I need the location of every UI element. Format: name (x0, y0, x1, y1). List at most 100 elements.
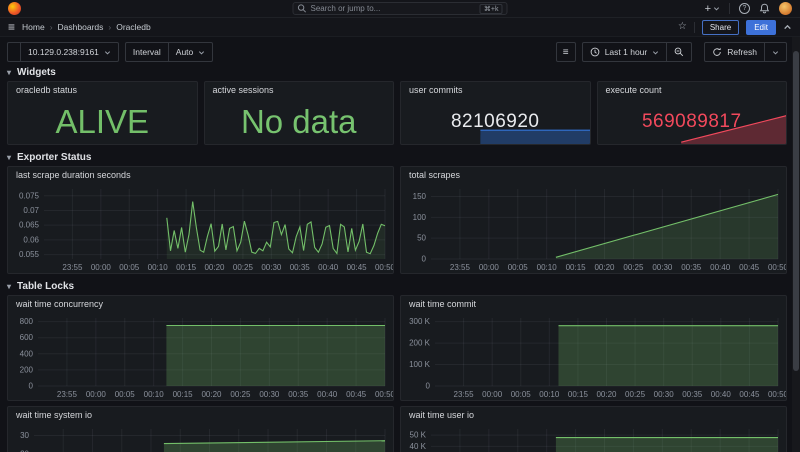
favorite-star-icon[interactable]: ☆ (678, 22, 687, 32)
svg-text:00:25: 00:25 (233, 263, 254, 272)
refresh-control: Refresh (704, 42, 787, 62)
variable-label (8, 43, 20, 61)
svg-text:23:55: 23:55 (454, 390, 475, 399)
panel-title[interactable]: wait time user io (401, 407, 786, 423)
svg-text:00:50: 00:50 (375, 390, 393, 399)
time-series-chart[interactable]: 23:5500:0000:0500:1000:1500:2000:2500:30… (401, 183, 786, 273)
panel-last-scrape-duration: last scrape duration seconds 23:5500:000… (7, 166, 394, 274)
search-shortcut-badge: ⌘+k (480, 4, 503, 14)
time-series-chart[interactable]: 23:5500:0000:0500:1000:1500:2000:2500:30… (401, 312, 786, 400)
zoom-out-time-button[interactable] (666, 43, 691, 61)
interval-variable-control: Interval Auto (125, 42, 213, 62)
svg-text:00:00: 00:00 (479, 263, 500, 272)
notifications-bell-icon[interactable] (759, 3, 770, 14)
divider (729, 3, 730, 14)
svg-text:00:05: 00:05 (119, 263, 140, 272)
svg-text:00:35: 00:35 (681, 263, 702, 272)
svg-text:0: 0 (422, 255, 427, 264)
svg-text:00:35: 00:35 (290, 263, 311, 272)
svg-text:00:25: 00:25 (625, 390, 646, 399)
scrollbar-track[interactable] (792, 37, 800, 452)
svg-text:200: 200 (20, 365, 34, 374)
refresh-interval-dropdown[interactable] (764, 43, 786, 61)
svg-text:00:05: 00:05 (115, 390, 136, 399)
search-placeholder: Search or jump to... (311, 4, 476, 13)
plus-icon: + (705, 3, 711, 15)
edit-button[interactable]: Edit (746, 20, 776, 35)
svg-text:00:40: 00:40 (317, 390, 338, 399)
time-series-chart[interactable]: 23:5500:0000:0500:1000:1500:2000:2500:30… (401, 423, 786, 452)
panel-title[interactable]: wait time commit (401, 296, 786, 312)
svg-text:100: 100 (413, 213, 427, 222)
svg-text:00:45: 00:45 (347, 263, 368, 272)
panel-title[interactable]: oracledb status (8, 82, 197, 98)
time-series-chart[interactable]: 23:5500:0000:0500:1000:1500:2000:2500:30… (8, 183, 393, 273)
panel-title[interactable]: last scrape duration seconds (8, 167, 393, 183)
svg-text:0.055: 0.055 (19, 250, 40, 259)
panel-title[interactable]: active sessions (205, 82, 394, 98)
breadcrumb-dashboards[interactable]: Dashboards (58, 22, 104, 32)
grafana-logo[interactable] (8, 2, 21, 15)
svg-text:00:15: 00:15 (568, 390, 589, 399)
scrollbar-thumb[interactable] (793, 51, 799, 371)
time-range-control: Last 1 hour (582, 42, 693, 62)
svg-text:00:15: 00:15 (566, 263, 587, 272)
panel-title[interactable]: total scrapes (401, 167, 786, 183)
help-icon[interactable]: ? (739, 3, 750, 14)
svg-text:00:25: 00:25 (230, 390, 251, 399)
svg-text:00:45: 00:45 (739, 263, 760, 272)
share-button[interactable]: Share (702, 20, 739, 35)
stat-value: No data (241, 105, 357, 138)
refresh-button[interactable]: Refresh (705, 43, 764, 61)
svg-text:00:40: 00:40 (318, 263, 339, 272)
interval-dropdown[interactable]: Auto (168, 43, 213, 61)
time-series-chart[interactable]: 23:5500:0000:0500:1000:1500:2000:2500:30… (8, 423, 393, 452)
time-range-picker[interactable]: Last 1 hour (583, 43, 667, 61)
breadcrumb-current-dashboard: Oracledb (116, 22, 151, 32)
instance-variable-control: 10.129.0.238:9161 (7, 42, 119, 62)
row-chevron-down-icon: ▾ (7, 68, 11, 77)
add-new-button[interactable]: + (705, 3, 720, 15)
panel-oracledb-status: oracledb status ALIVE (7, 81, 198, 145)
panel-title[interactable]: execute count (598, 82, 787, 98)
panel-title[interactable]: wait time concurrency (8, 296, 393, 312)
svg-text:00:45: 00:45 (346, 390, 367, 399)
chevron-down-icon (198, 49, 205, 56)
svg-text:40 K: 40 K (410, 442, 427, 451)
collapse-header-chevron-up-icon[interactable] (783, 23, 792, 32)
panel-wait-time-system-io: wait time system io 23:5500:0000:0500:10… (7, 406, 394, 452)
svg-text:0.06: 0.06 (23, 235, 39, 244)
refresh-icon (712, 47, 722, 57)
svg-text:0.07: 0.07 (23, 206, 39, 215)
top-nav: Search or jump to... ⌘+k + ? (0, 0, 800, 18)
svg-text:800: 800 (20, 317, 34, 326)
svg-text:00:50: 00:50 (375, 263, 393, 272)
time-series-chart[interactable]: 23:5500:0000:0500:1000:1500:2000:2500:30… (8, 312, 393, 400)
panel-title[interactable]: wait time system io (8, 407, 393, 423)
instance-variable-dropdown[interactable]: 10.129.0.238:9161 (20, 43, 118, 61)
panel-execute-count: execute count 569089817 (597, 81, 788, 145)
user-avatar[interactable] (779, 2, 792, 15)
row-header-table-locks[interactable]: ▾ Table Locks (7, 279, 793, 293)
search-input[interactable]: Search or jump to... ⌘+k (293, 2, 508, 15)
panel-wait-time-user-io: wait time user io 23:5500:0000:0500:1000… (400, 406, 787, 452)
svg-text:00:50: 00:50 (768, 390, 786, 399)
svg-text:00:10: 00:10 (537, 263, 558, 272)
menu-hamburger-icon[interactable]: ≡ (8, 21, 15, 33)
svg-text:0: 0 (29, 382, 34, 391)
stat-value: 569089817 (642, 112, 742, 131)
breadcrumb-home[interactable]: Home (22, 22, 45, 32)
kiosk-mode-button[interactable]: ≡ (556, 42, 576, 62)
panel-active-sessions: active sessions No data (204, 81, 395, 145)
svg-text:00:00: 00:00 (86, 390, 107, 399)
interval-value: Auto (176, 47, 194, 57)
svg-text:50: 50 (417, 234, 426, 243)
row-header-widgets[interactable]: ▾ Widgets (7, 65, 793, 79)
panel-title[interactable]: user commits (401, 82, 590, 98)
row-title: Widgets (17, 67, 56, 78)
row-header-exporter-status[interactable]: ▾ Exporter Status (7, 150, 793, 164)
clock-icon (590, 47, 600, 57)
svg-text:50 K: 50 K (410, 431, 427, 440)
svg-text:0.075: 0.075 (19, 191, 40, 200)
stat-value: 82106920 (451, 112, 540, 131)
